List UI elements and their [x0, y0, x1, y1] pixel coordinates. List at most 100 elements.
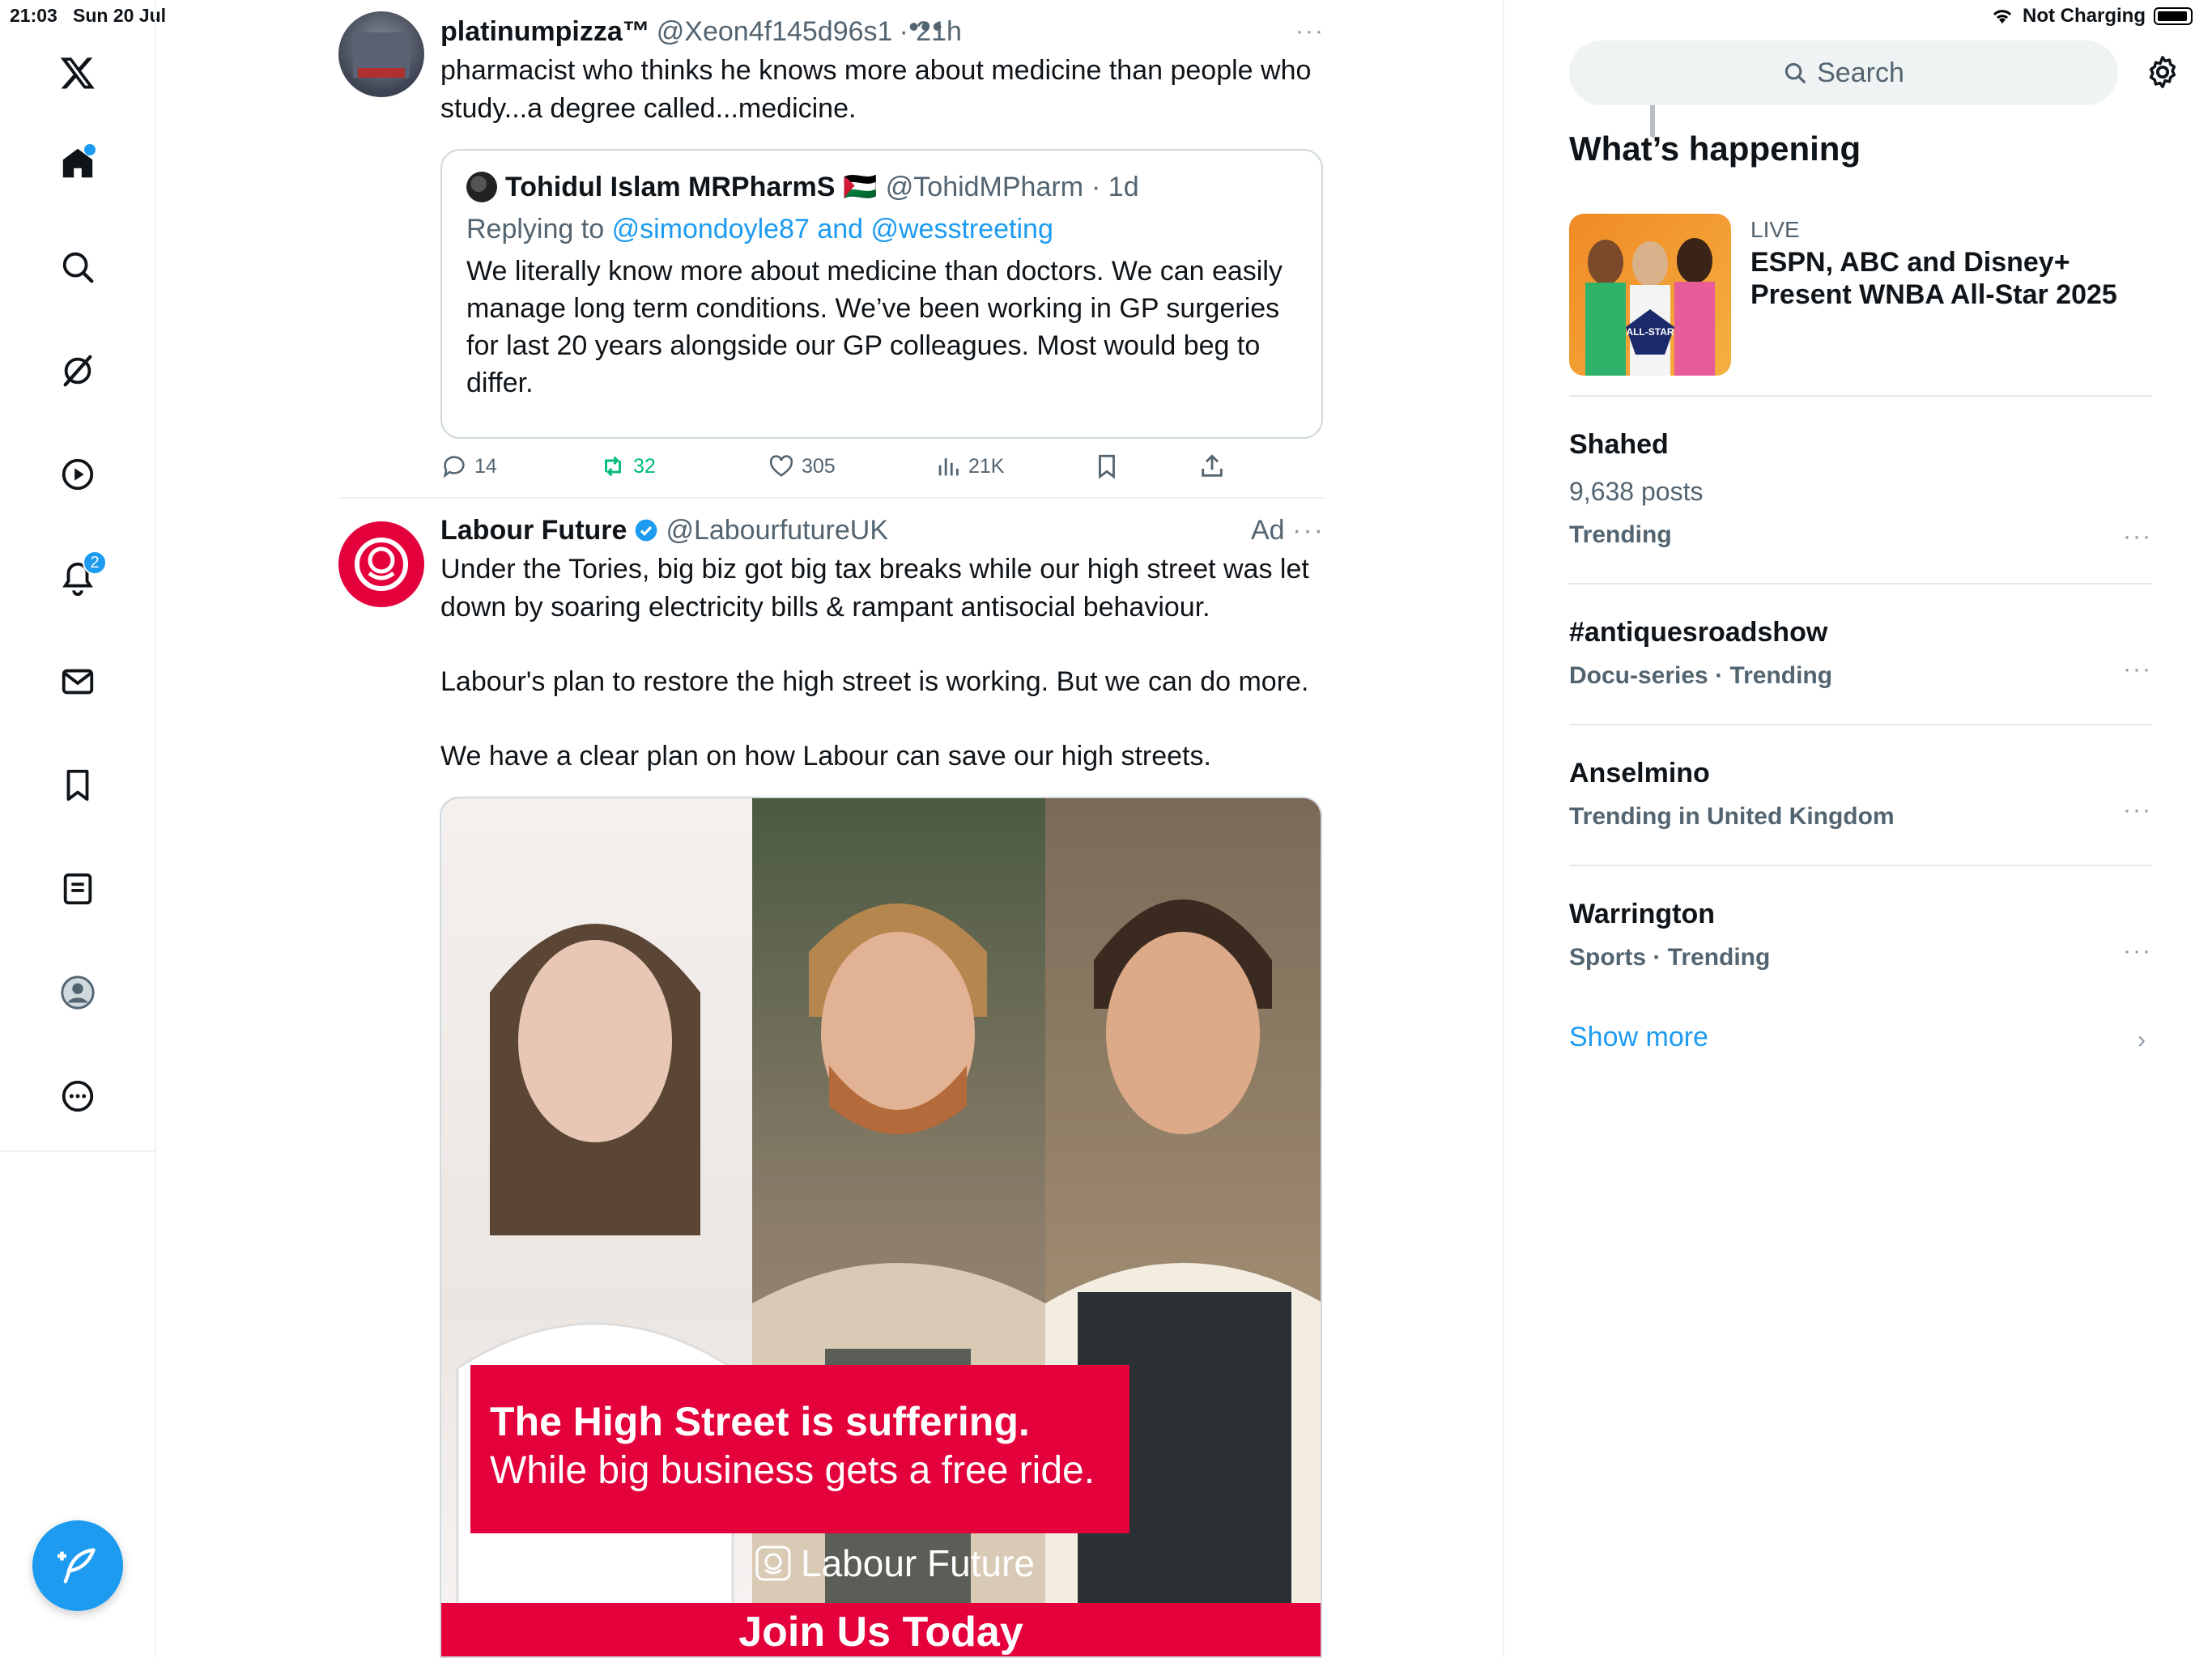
ad-label[interactable]: Ad ··· — [1251, 510, 1325, 551]
trend-title: Shahed — [1569, 429, 1669, 460]
chevron-right-icon[interactable]: › — [2138, 1027, 2146, 1054]
trend-item[interactable]: Warrington Sports · Trending ··· — [1569, 894, 2152, 978]
profile-avatar-icon[interactable] — [53, 968, 102, 1017]
x-logo-icon[interactable] — [53, 49, 102, 97]
trend-more-icon[interactable]: ··· — [2123, 797, 2152, 824]
search-input[interactable]: Search — [1569, 40, 2118, 105]
ad-image[interactable]: The High Street is suffering. While big … — [440, 797, 1322, 1658]
trend-more-icon[interactable]: ··· — [2123, 523, 2152, 551]
live-title: ESPN, ABC and Disney+ Present WNBA All-S… — [1750, 247, 2117, 310]
tweet-header: Labour Future @LabourfutureUK — [440, 510, 1325, 551]
tweet-platinumpizza[interactable]: platinumpizza™ @Xeon4f145d96s1 · 21h •••… — [338, 10, 1325, 497]
trend-meta: Trending in United Kingdom — [1569, 803, 1895, 830]
sidebar-divider — [1569, 583, 2152, 585]
tweet-more-icon[interactable]: ··· — [1292, 515, 1325, 546]
quote-header: Tohidul Islam MRPharmS 🇵🇸 @TohidMPharm ·… — [466, 168, 1297, 206]
trend-meta: Docu-series · Trending — [1569, 662, 1833, 689]
tweet-labour-future-ad[interactable]: Labour Future @LabourfutureUK Ad ··· Und… — [338, 510, 1325, 785]
live-event-card[interactable]: ALL-STAR LIVE ESPN, ABC and Disney+ Pres… — [1569, 214, 2152, 392]
live-event-text: LIVE ESPN, ABC and Disney+ Present WNBA … — [1750, 214, 2155, 311]
quote-time: · 1d — [1091, 172, 1139, 202]
share-button[interactable] — [1198, 453, 1226, 480]
whats-happening-heading: What’s happening — [1569, 130, 1861, 168]
author-name[interactable]: Labour Future — [440, 510, 627, 551]
lists-icon[interactable] — [53, 865, 102, 913]
grok-icon[interactable] — [53, 346, 102, 395]
trend-more-icon[interactable]: ··· — [2123, 937, 2152, 965]
views-button[interactable]: 21K — [934, 453, 1004, 480]
sidebar-divider — [1569, 724, 2152, 725]
svg-text:ALL-STAR: ALL-STAR — [1626, 326, 1674, 338]
avatar[interactable] — [338, 11, 424, 97]
trend-item[interactable]: #antiquesroadshow Docu-series · Trending… — [1569, 612, 2152, 696]
tweet-divider — [338, 497, 1325, 499]
rose-icon — [755, 1545, 791, 1581]
left-navigation: 2 — [0, 0, 156, 1658]
notifications-bell-icon[interactable]: 2 — [53, 551, 107, 602]
repost-count: 32 — [633, 454, 656, 478]
quote-text: We literally know more about medicine th… — [466, 256, 1283, 398]
search-icon — [1785, 62, 1806, 83]
quote-handle: @TohidMPharm — [885, 172, 1084, 202]
home-unread-dot — [84, 144, 96, 155]
share-icon — [1202, 454, 1223, 477]
sidebar-divider — [1569, 395, 2152, 397]
author-handle[interactable]: @LabourfutureUK — [666, 510, 888, 551]
drag-handle-dots-icon[interactable]: ••• — [908, 10, 944, 44]
trend-title: #antiquesroadshow — [1569, 617, 1828, 648]
more-options-icon[interactable] — [53, 1072, 102, 1120]
repost-button[interactable]: 32 — [599, 453, 656, 480]
bookmarks-icon[interactable] — [53, 761, 102, 810]
live-event-image: ALL-STAR — [1569, 214, 1731, 376]
trend-meta: Sports · Trending — [1569, 944, 1771, 971]
tweet-more-icon[interactable]: ··· — [1295, 18, 1325, 45]
heart-icon — [769, 455, 793, 477]
tweet-text-p2: Labour's plan to restore the high street… — [440, 666, 1309, 697]
trend-item[interactable]: Shahed 9,638 posts Trending ··· — [1569, 424, 2152, 567]
search-placeholder: Search — [1817, 57, 1904, 88]
search-icon[interactable] — [53, 243, 102, 291]
author-name[interactable]: platinumpizza™ — [440, 11, 650, 52]
messages-envelope-icon[interactable] — [53, 657, 102, 706]
author-handle[interactable]: @Xeon4f145d96s1 — [657, 11, 893, 52]
bookmark-icon — [1099, 454, 1115, 479]
replying-to: Replying to @simondoyle87 and @wesstreet… — [466, 214, 1053, 244]
compose-post-button[interactable] — [32, 1520, 123, 1611]
trend-more-icon[interactable]: ··· — [2123, 656, 2152, 683]
like-count: 305 — [802, 454, 836, 478]
avatar[interactable] — [338, 521, 424, 607]
tweet-text-p1: Under the Tories, big biz got big tax br… — [440, 554, 1309, 623]
trend-item[interactable]: Anselmino Trending in United Kingdom ··· — [1569, 753, 2152, 837]
right-sidebar: Search What’s happening ALL-STAR LIVE ES… — [1504, 0, 2212, 1658]
ad-headline: The High Street is suffering. — [490, 1399, 1030, 1444]
trend-title: Warrington — [1569, 899, 1716, 929]
tweet-body: Labour Future @LabourfutureUK Ad ··· Und… — [440, 510, 1325, 776]
sidebar-divider — [1569, 865, 2152, 866]
notifications-badge: 2 — [83, 551, 107, 575]
labour-future-logo: Labour Future — [755, 1541, 1035, 1585]
tweet-text: pharmacist who thinks he knows more abou… — [440, 55, 1312, 124]
bookmark-button[interactable] — [1093, 453, 1121, 480]
live-label: LIVE — [1750, 217, 1800, 242]
compose-feather-icon — [57, 1548, 96, 1584]
ad-subline: While big business gets a free ride. — [490, 1449, 1095, 1492]
quote-avatar — [466, 172, 497, 202]
trend-posts: 9,638 posts — [1569, 477, 1704, 506]
settings-gear-icon[interactable] — [2144, 53, 2181, 91]
replying-to-users-link[interactable]: @simondoyle87 and @wesstreeting — [612, 214, 1053, 244]
like-button[interactable]: 305 — [768, 453, 836, 480]
reply-count: 14 — [474, 454, 497, 478]
views-chart-icon — [938, 458, 959, 476]
tweet-body: platinumpizza™ @Xeon4f145d96s1 · 21h •••… — [440, 10, 1325, 479]
quoted-tweet[interactable]: Tohidul Islam MRPharmS 🇵🇸 @TohidMPharm ·… — [440, 149, 1323, 439]
trend-meta: Trending — [1569, 521, 1672, 548]
reply-icon — [443, 456, 465, 478]
show-more-link[interactable]: Show more — [1569, 1022, 1708, 1053]
trend-title: Anselmino — [1569, 758, 1710, 789]
join-us-cta[interactable]: Join Us Today — [441, 1603, 1321, 1656]
video-icon[interactable] — [53, 450, 102, 499]
reply-button[interactable]: 14 — [440, 453, 497, 480]
tweet-text-p3: We have a clear plan on how Labour can s… — [440, 741, 1211, 772]
verified-badge-icon — [636, 519, 657, 542]
home-icon[interactable] — [53, 139, 102, 188]
